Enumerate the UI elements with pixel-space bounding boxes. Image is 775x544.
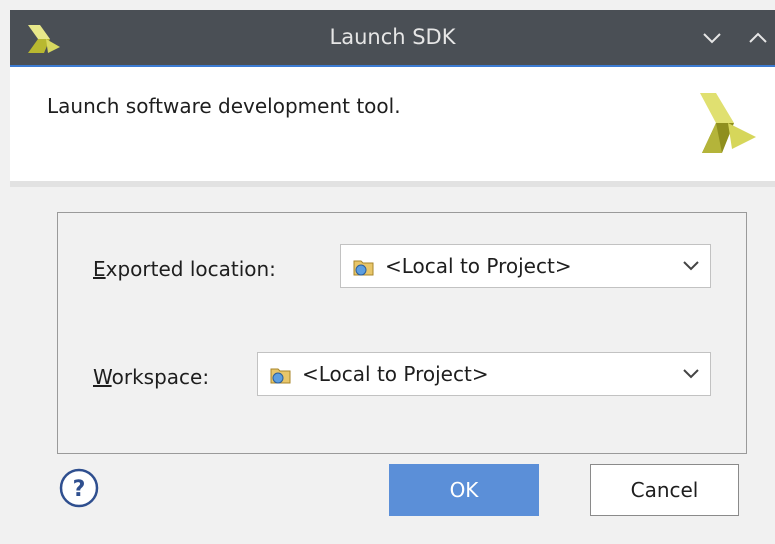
exported-location-label: Exported location: xyxy=(93,257,276,281)
exported-location-label-text: xported location: xyxy=(105,257,276,281)
window-title: Launch SDK xyxy=(329,25,456,49)
cancel-button[interactable]: Cancel xyxy=(590,464,739,516)
folder-icon xyxy=(353,260,374,276)
chevron-down-icon[interactable] xyxy=(682,258,700,274)
workspace-value: <Local to Project> xyxy=(302,362,489,386)
exported-location-value: <Local to Project> xyxy=(385,254,572,278)
help-icon[interactable]: ? xyxy=(58,467,100,509)
dialog-description: Launch software development tool. xyxy=(47,94,401,118)
exported-location-combo[interactable]: <Local to Project> xyxy=(340,244,711,288)
minimize-button[interactable] xyxy=(700,26,724,50)
folder-icon xyxy=(270,368,291,384)
svg-text:?: ? xyxy=(73,477,86,502)
ok-button[interactable]: OK xyxy=(389,464,539,516)
dialog-header: Launch software development tool. xyxy=(10,67,775,181)
workspace-mnemonic: W xyxy=(93,365,112,389)
header-separator xyxy=(10,181,775,187)
bottom-strip xyxy=(10,528,775,544)
maximize-button[interactable] xyxy=(746,26,770,50)
workspace-label: Workspace: xyxy=(93,365,209,389)
workspace-label-text: orkspace: xyxy=(111,365,210,389)
workspace-combo[interactable]: <Local to Project> xyxy=(257,352,711,396)
sdk-settings-group: Exported location: <Local to Project> Wo… xyxy=(57,212,747,454)
launch-sdk-dialog: Launch SDK Launch software development t… xyxy=(0,0,775,544)
title-bar[interactable]: Launch SDK xyxy=(10,10,775,67)
xilinx-logo-icon xyxy=(700,93,756,153)
exported-location-mnemonic: E xyxy=(93,257,106,281)
chevron-down-icon[interactable] xyxy=(682,366,700,382)
